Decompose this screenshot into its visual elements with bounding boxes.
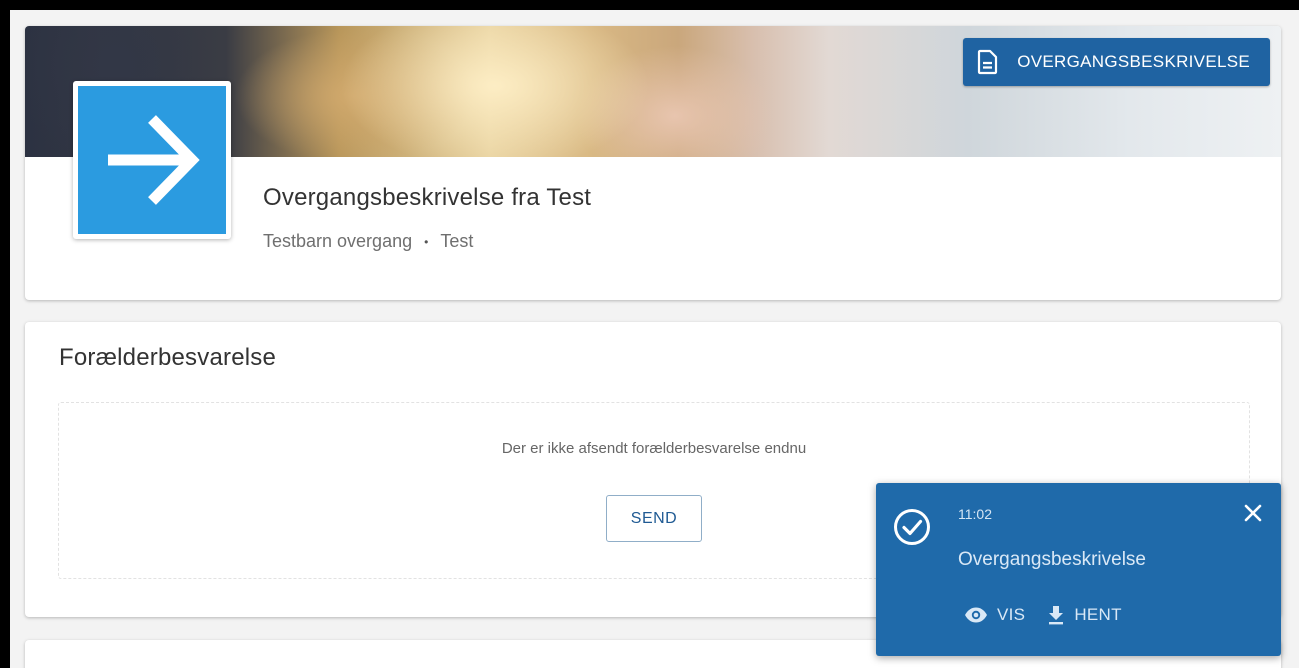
logo-tile (73, 81, 231, 239)
close-icon[interactable] (1241, 501, 1265, 525)
toast-title: Overgangsbeskrivelse (958, 549, 1146, 570)
download-button-label: HENT (1074, 605, 1122, 624)
child-name: Testbarn overgang (263, 231, 413, 251)
page-title: Overgangsbeskrivelse fra Test (263, 184, 592, 211)
organization-name: Test (440, 231, 474, 251)
empty-state-message: Der er ikke afsendt forælderbesvarelse e… (501, 440, 807, 457)
header-card: OVERGANGSBESKRIVELSE Overgangsbeskrivels… (25, 26, 1281, 300)
notification-toast: 11:02 Overgangsbeskrivelse VIS HENT (876, 483, 1281, 656)
overgangsbeskrivelse-button-label: OVERGANGSBESKRIVELSE (1017, 52, 1250, 71)
download-icon (1049, 606, 1064, 625)
check-circle-icon (894, 509, 930, 545)
document-icon (978, 49, 998, 75)
page-subtitle: Testbarn overgang • Test (263, 231, 473, 252)
logo-background (78, 86, 226, 234)
arrow-right-icon (108, 115, 200, 205)
send-button[interactable]: SEND (606, 495, 702, 542)
separator-dot: • (424, 234, 429, 249)
toast-actions: VIS HENT (964, 605, 1144, 625)
view-button-label: VIS (997, 605, 1026, 624)
download-button[interactable]: HENT (1047, 605, 1121, 625)
toast-time: 11:02 (958, 506, 992, 522)
app-viewport: OVERGANGSBESKRIVELSE Overgangsbeskrivels… (10, 10, 1299, 668)
section-title: Forælderbesvarelse (59, 344, 277, 371)
view-button[interactable]: VIS (964, 605, 1025, 625)
eye-icon (965, 607, 987, 623)
overgangsbeskrivelse-button[interactable]: OVERGANGSBESKRIVELSE (963, 38, 1270, 86)
